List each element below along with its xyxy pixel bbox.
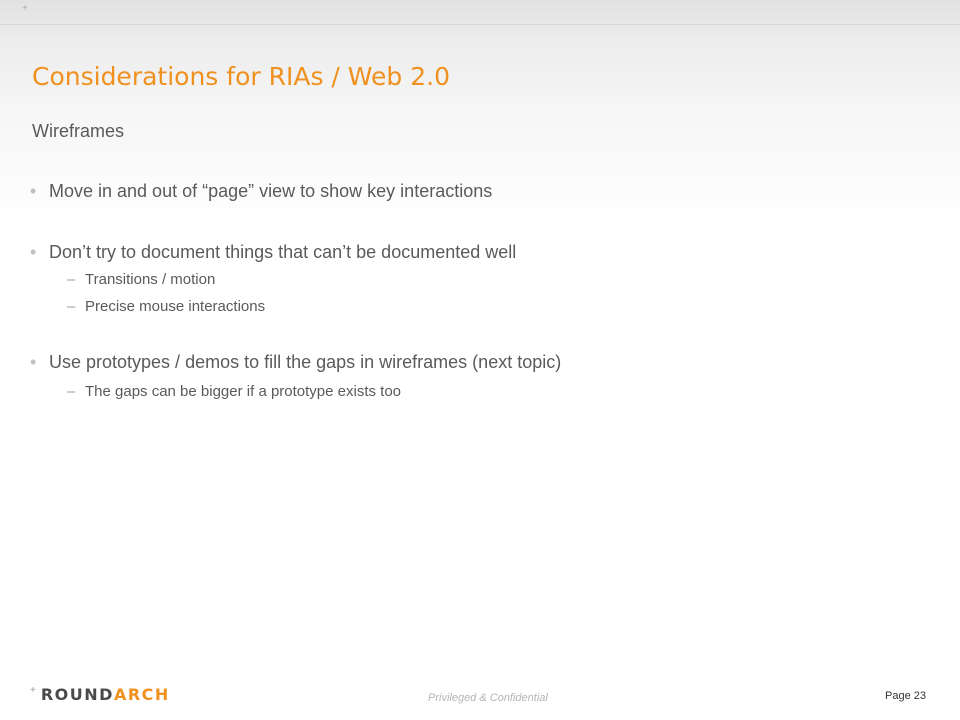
roundarch-logo: + ROUNDARCH	[30, 685, 170, 705]
sub-bullet-item: – The gaps can be bigger if a prototype e…	[67, 383, 401, 400]
slide: + Considerations for RIAs / Web 2.0 Wire…	[0, 0, 960, 720]
sub-bullet-text: Transitions / motion	[85, 271, 216, 288]
bullet-glyph: •	[30, 181, 37, 201]
bullet-text: Don’t try to document things that can’t …	[49, 242, 517, 262]
bullet-item: • Use prototypes / demos to fill the gaps…	[30, 352, 561, 373]
bullet-glyph: •	[30, 242, 37, 262]
bullet-item: • Don’t try to document things that can’t…	[30, 242, 516, 263]
bullet-item: • Move in and out of “page” view to show …	[30, 181, 492, 202]
logo-plus-mark: +	[30, 685, 36, 696]
slide-title: Considerations for RIAs / Web 2.0	[32, 62, 450, 91]
bullet-glyph: •	[30, 352, 37, 372]
logo-text-round: ROUND	[40, 685, 114, 704]
bullet-text: Use prototypes / demos to fill the gaps …	[49, 352, 562, 372]
dash-glyph: –	[67, 298, 76, 315]
sub-bullet-item: – Precise mouse interactions	[67, 298, 265, 315]
corner-plus-mark: +	[22, 3, 28, 14]
dash-glyph: –	[67, 383, 76, 400]
slide-subtitle: Wireframes	[32, 121, 125, 141]
dash-glyph: –	[67, 271, 76, 288]
page-number: Page 23	[885, 690, 926, 702]
sub-bullet-text: The gaps can be bigger if a prototype ex…	[85, 383, 402, 400]
bullet-text: Move in and out of “page” view to show k…	[49, 181, 493, 201]
logo-text-arch: ARCH	[113, 685, 170, 704]
header-divider	[0, 24, 960, 25]
sub-bullet-text: Precise mouse interactions	[85, 298, 266, 315]
sub-bullet-item: – Transitions / motion	[67, 271, 215, 288]
confidentiality-notice: Privileged & Confidential	[428, 692, 548, 704]
